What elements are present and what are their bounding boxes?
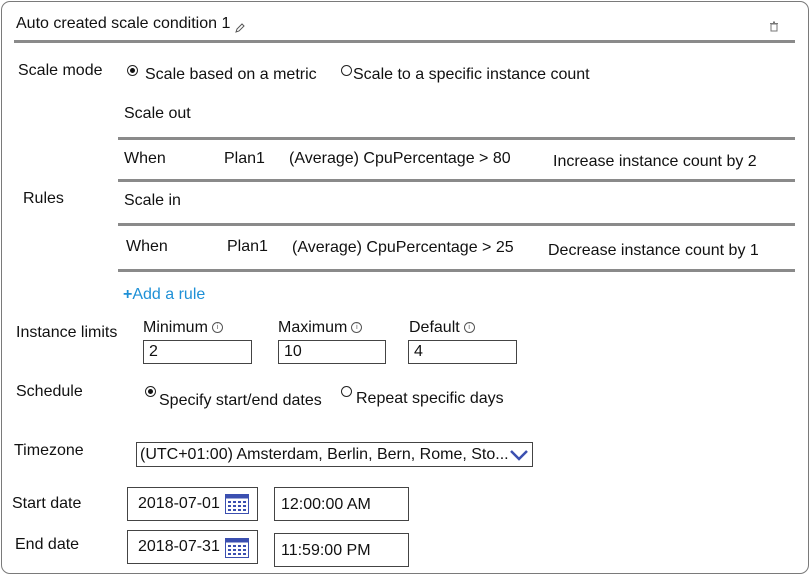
rule-action: Decrease instance count by 1 [548, 242, 759, 259]
add-rule-link[interactable]: +Add a rule [123, 286, 205, 304]
timezone-label: Timezone [14, 442, 84, 459]
timezone-value: (UTC+01:00) Amsterdam, Berlin, Bern, Rom… [140, 446, 509, 463]
rule-resource: Plan1 [227, 238, 268, 255]
instance-limits-label: Instance limits [16, 324, 118, 341]
rule-when: When [126, 238, 168, 255]
scale-out-bottom-divider [118, 179, 795, 182]
repeat-days-radio[interactable] [341, 386, 352, 397]
condition-title[interactable]: Auto created scale condition 1 [16, 15, 230, 33]
info-icon[interactable]: i [463, 322, 475, 334]
calendar-icon[interactable] [225, 494, 249, 514]
default-input[interactable]: 4 [408, 340, 517, 364]
minimum-input[interactable]: 2 [143, 340, 252, 364]
trash-icon[interactable] [769, 21, 779, 32]
specify-dates-label[interactable]: Specify start/end dates [159, 392, 322, 410]
rule-resource: Plan1 [224, 150, 265, 167]
scale-count-radio[interactable] [341, 65, 352, 76]
scale-in-heading: Scale in [124, 192, 181, 209]
scale-count-label[interactable]: Scale to a specific instance count [353, 66, 590, 84]
scale-mode-label: Scale mode [18, 62, 103, 79]
pencil-icon[interactable] [234, 22, 246, 34]
end-date-value: 2018-07-31 [138, 538, 220, 555]
specify-dates-radio[interactable] [145, 386, 156, 397]
schedule-label: Schedule [16, 383, 83, 400]
scale-out-divider [118, 137, 795, 140]
maximum-input[interactable]: 10 [278, 340, 386, 364]
maximum-label: Maximum i [278, 319, 363, 337]
rules-label: Rules [23, 190, 64, 207]
calendar-icon[interactable] [225, 538, 249, 558]
scale-metric-radio[interactable] [127, 65, 138, 76]
timezone-select[interactable]: (UTC+01:00) Amsterdam, Berlin, Bern, Rom… [136, 442, 533, 467]
start-date-value: 2018-07-01 [138, 495, 220, 512]
repeat-days-label[interactable]: Repeat specific days [356, 390, 504, 408]
plus-icon: + [123, 286, 133, 303]
scale-in-bottom-divider [118, 269, 795, 272]
scale-metric-label[interactable]: Scale based on a metric [145, 66, 317, 84]
scale-out-heading: Scale out [124, 105, 191, 122]
chevron-down-icon[interactable] [509, 449, 529, 461]
rule-action: Increase instance count by 2 [553, 153, 757, 170]
minimum-label: Minimum i [143, 319, 223, 337]
add-rule-label: Add a rule [132, 286, 206, 303]
rule-condition: (Average) CpuPercentage > 80 [289, 150, 511, 167]
end-time-input[interactable]: 11:59:00 PM [274, 533, 409, 567]
end-date-label: End date [15, 536, 80, 553]
header-divider [14, 40, 795, 43]
rule-when: When [124, 150, 166, 167]
rule-condition: (Average) CpuPercentage > 25 [292, 239, 514, 256]
info-icon[interactable]: i [351, 322, 363, 334]
start-date-label: Start date [12, 495, 82, 512]
scale-in-divider [118, 223, 795, 226]
default-label: Default i [409, 319, 475, 337]
start-time-input[interactable]: 12:00:00 AM [274, 487, 409, 521]
info-icon[interactable]: i [211, 322, 223, 334]
